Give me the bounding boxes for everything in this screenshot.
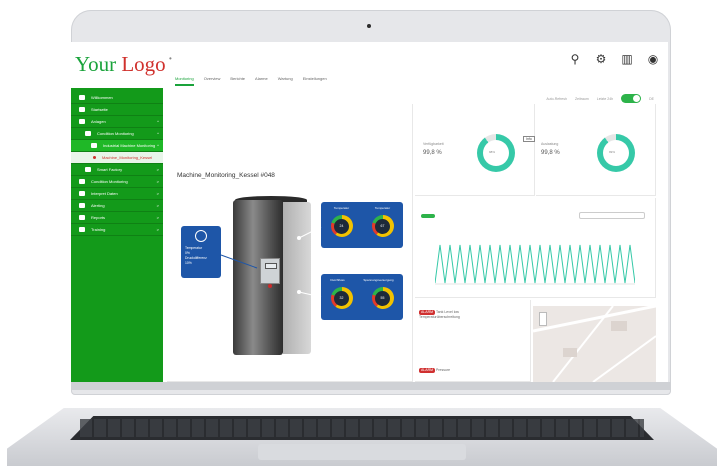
kpi-value: 99,8 % bbox=[423, 150, 442, 156]
trend-chart bbox=[435, 244, 635, 285]
utilization-ring bbox=[597, 134, 635, 172]
map-zoom-control[interactable] bbox=[539, 312, 547, 326]
laptop-mockup: Your Logo • ⚲ ⚙ ▥ ◉ Monitoring Overview … bbox=[0, 0, 724, 475]
alarm-title: Tank Level low bbox=[435, 310, 459, 314]
location-map[interactable] bbox=[533, 306, 656, 382]
trackpad bbox=[258, 444, 466, 460]
webcam-icon bbox=[367, 24, 371, 28]
ring-value: 98% bbox=[489, 150, 496, 154]
ring-value: 99% bbox=[609, 150, 616, 154]
alarm-detail: Temperaturüberschreitung bbox=[419, 315, 460, 319]
keyboard-keys bbox=[80, 419, 644, 437]
alarm-item[interactable]: ALARM Pressure bbox=[419, 368, 450, 373]
laptop-hinge bbox=[71, 382, 671, 390]
alarm-badge: ALARM bbox=[419, 368, 436, 373]
chart-select[interactable] bbox=[579, 212, 645, 219]
app-screen: Your Logo • ⚲ ⚙ ▥ ◉ Monitoring Overview … bbox=[71, 42, 668, 382]
kpi-value: 99,8 % bbox=[541, 150, 560, 156]
alarm-title: Pressure bbox=[436, 368, 451, 372]
chart-status-dots bbox=[421, 214, 435, 218]
kpi-label: Auslastung bbox=[541, 142, 559, 146]
kpi-badge: Info bbox=[523, 136, 535, 142]
alarm-item[interactable]: ALARM Tank Level low Temperaturüberschre… bbox=[419, 310, 460, 320]
kpi-label: Verfügbarkeit bbox=[423, 142, 444, 146]
availability-ring bbox=[477, 134, 515, 172]
map-streets bbox=[533, 306, 656, 382]
